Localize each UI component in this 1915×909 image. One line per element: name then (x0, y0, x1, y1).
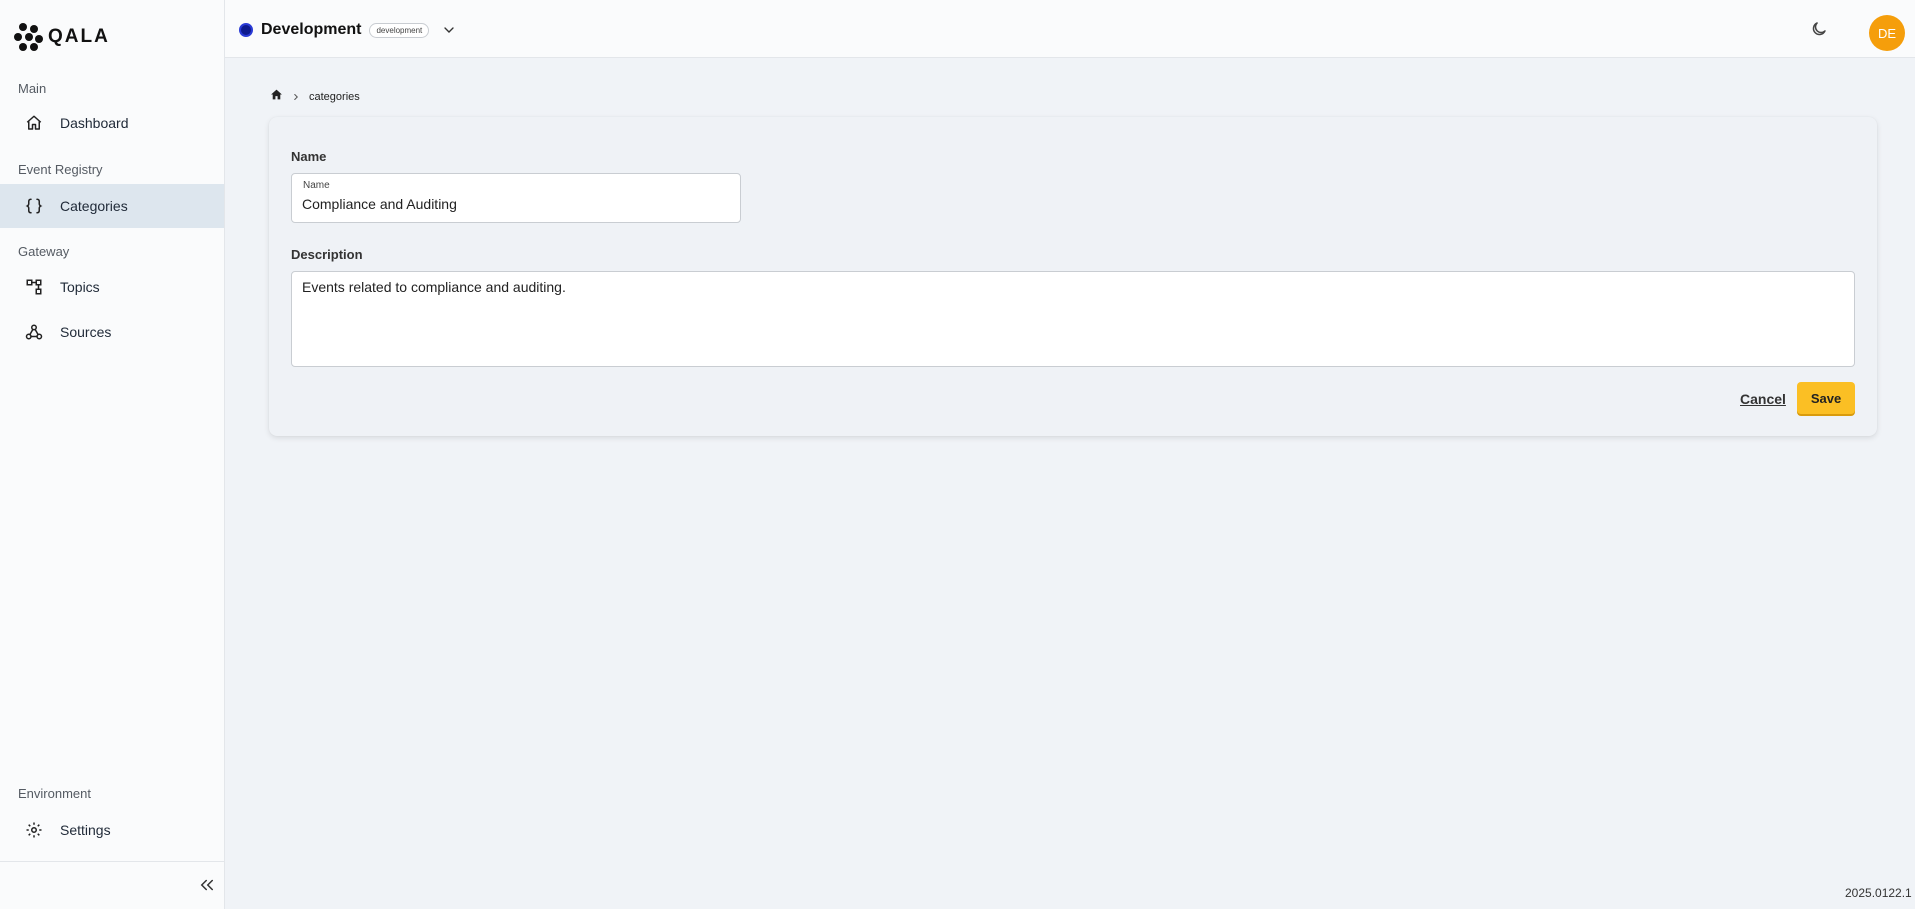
sidebar-item-topics[interactable]: Topics (0, 265, 224, 309)
gear-icon (24, 820, 44, 840)
breadcrumb-current: categories (309, 91, 360, 103)
breadcrumb-home-link[interactable] (270, 88, 283, 106)
top-header: Development development DE (225, 0, 1915, 58)
sidebar-item-label: Sources (60, 324, 112, 340)
section-label-event-registry: Event Registry (18, 162, 103, 177)
section-label-main: Main (18, 81, 47, 96)
chevrons-left-icon (200, 879, 213, 891)
sidebar-item-label: Topics (60, 279, 100, 295)
app-logo[interactable]: QALA (14, 22, 110, 52)
sidebar-item-label: Settings (60, 822, 111, 838)
name-field[interactable]: Name (291, 173, 741, 223)
logo-text: QALA (48, 26, 110, 47)
chevron-down-icon (444, 27, 454, 33)
sidebar-item-sources[interactable]: Sources (0, 310, 224, 354)
topology-icon (24, 277, 44, 297)
description-field[interactable]: Events related to compliance and auditin… (291, 271, 1855, 367)
home-icon (271, 89, 282, 100)
chevron-right-icon (294, 93, 298, 101)
section-label-environment: Environment (18, 786, 91, 801)
app-version: 2025.0122.1 (1845, 886, 1912, 900)
theme-toggle-button[interactable] (1810, 20, 1830, 40)
qala-logo-icon (14, 23, 43, 51)
environment-switcher[interactable]: Development development (239, 21, 457, 39)
sidebar-item-label: Categories (60, 198, 128, 214)
category-form-card: Name Name Description Events related to … (269, 117, 1877, 436)
sidebar-item-settings[interactable]: Settings (0, 808, 224, 852)
avatar[interactable]: DE (1869, 15, 1905, 51)
sidebar-divider (0, 861, 224, 862)
breadcrumb: categories (270, 88, 360, 106)
sidebar: QALA Main Dashboard Event Registry Categ… (0, 0, 225, 909)
moon-icon (1812, 22, 1826, 36)
description-textarea[interactable]: Events related to compliance and auditin… (302, 279, 1842, 359)
home-icon (24, 113, 44, 133)
save-button[interactable]: Save (1797, 382, 1855, 414)
name-field-title: Name (291, 149, 327, 164)
name-input[interactable] (302, 196, 722, 212)
environment-badge: development (369, 22, 430, 38)
cancel-button[interactable]: Cancel (1740, 391, 1786, 407)
environment-name: Development (261, 21, 362, 38)
braces-icon (24, 196, 44, 216)
sidebar-item-dashboard[interactable]: Dashboard (0, 101, 224, 145)
collapse-sidebar-button[interactable] (198, 876, 218, 896)
sidebar-item-label: Dashboard (60, 115, 129, 131)
webhook-icon (24, 322, 44, 342)
sidebar-item-categories[interactable]: Categories (0, 184, 224, 228)
section-label-gateway: Gateway (18, 244, 70, 259)
description-field-title: Description (291, 247, 363, 262)
environment-status-dot (239, 23, 253, 37)
name-field-label: Name (303, 180, 330, 191)
